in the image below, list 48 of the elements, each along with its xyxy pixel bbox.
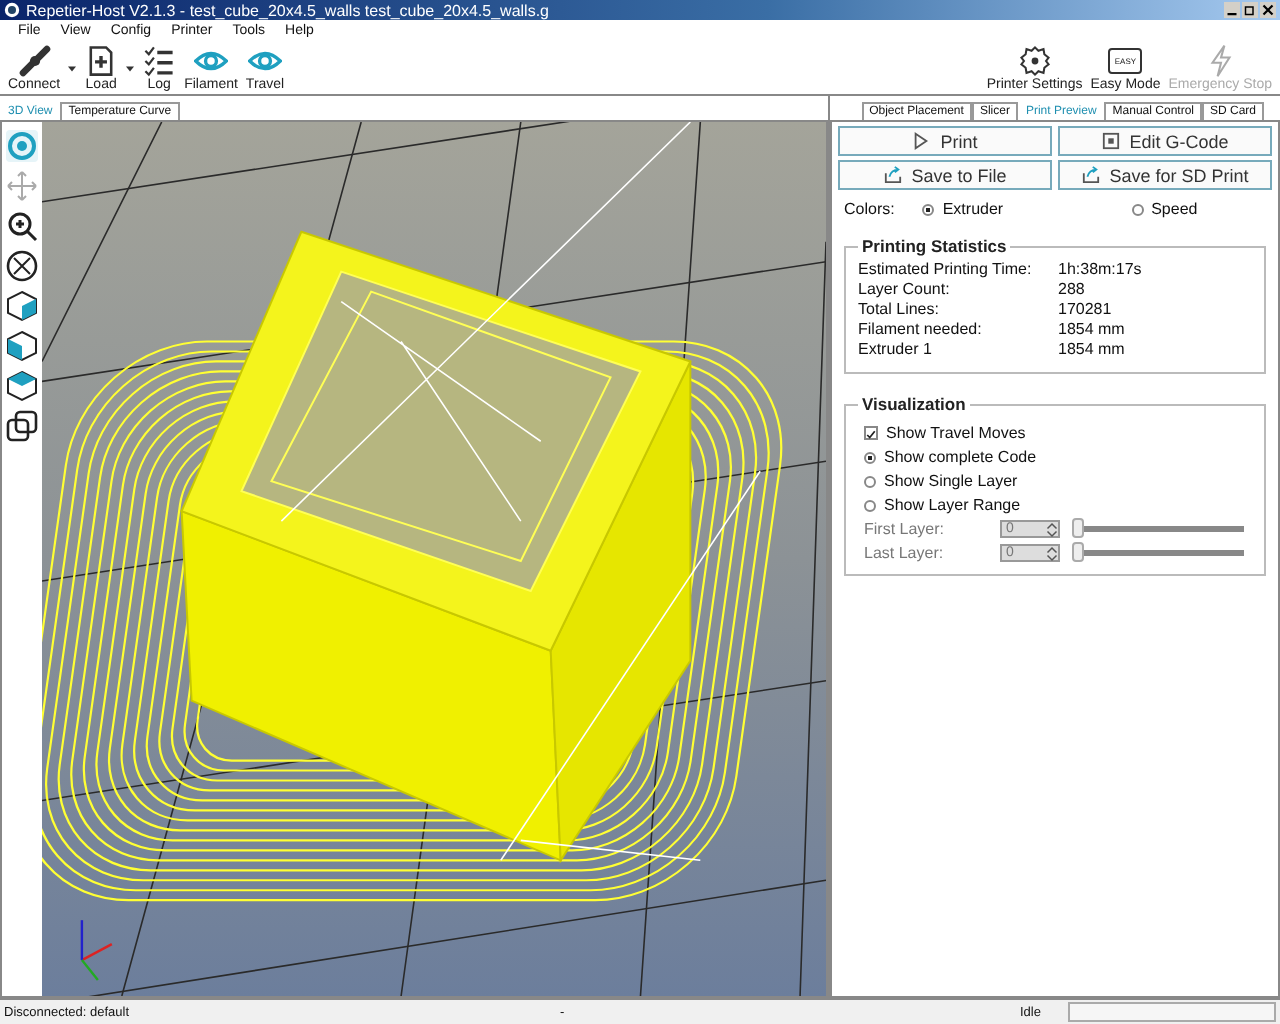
radio-button[interactable]: Speed [1131, 200, 1198, 218]
export-icon [1081, 166, 1100, 184]
document-icon [1101, 132, 1120, 150]
action-button[interactable]: Print [838, 126, 1052, 156]
layer-label: Last Layer: [864, 544, 946, 562]
overlap-squares-icon[interactable] [6, 410, 38, 442]
stat-value: 170281 [1058, 300, 1112, 320]
radio-button[interactable]: Show complete Code [864, 448, 1252, 466]
radio-button[interactable]: Extruder [922, 200, 1004, 218]
checklist-icon [142, 44, 177, 78]
stat-label: Extruder 1 [858, 340, 934, 360]
stat-value: 1h:38m:17s [1058, 260, 1142, 280]
restore-button[interactable] [1242, 2, 1258, 18]
close-icon [1262, 4, 1274, 16]
cube-icon[interactable] [6, 290, 38, 322]
zoom-icon[interactable] [6, 210, 38, 242]
cube-icon[interactable] [6, 330, 38, 362]
fit-view-icon[interactable] [6, 250, 38, 282]
stat-value: 1854 mm [1058, 340, 1125, 360]
colors-label: Colors: [844, 200, 895, 218]
checkbox[interactable]: Show Travel Moves [864, 424, 1252, 442]
close-button[interactable] [1260, 2, 1276, 18]
minimize-button[interactable] [1224, 2, 1240, 18]
stat-label: Filament needed: [858, 320, 984, 340]
caret-icon[interactable] [126, 65, 135, 71]
layer-label: First Layer: [864, 520, 947, 538]
action-button[interactable]: Save for SD Print [1058, 160, 1272, 190]
restore-icon [1244, 4, 1256, 16]
play-icon [912, 132, 931, 150]
window-title: Repetier-Host V2.1.3 - test_cube_20x4.5_walls test_cube_20x4.5_walls.g [26, 1, 549, 19]
stat-label: Layer Count: [858, 280, 952, 300]
caret-icon[interactable] [68, 65, 77, 71]
export-icon [883, 166, 902, 184]
stat-label: Total Lines: [858, 300, 941, 320]
gear-icon [1017, 44, 1052, 78]
action-button[interactable]: Edit G-Code [1058, 126, 1272, 156]
checkmark-icon [866, 428, 876, 442]
radio-button[interactable]: Show Single Layer [864, 472, 1252, 490]
group-title: Printing Statistics [860, 236, 1009, 256]
stat-label: Estimated Printing Time: [858, 260, 1034, 280]
plug-icon [17, 44, 52, 78]
rotate-icon[interactable] [6, 130, 38, 162]
radio-button[interactable]: Show Layer Range [864, 496, 1252, 514]
cube-icon[interactable] [6, 370, 38, 402]
action-button[interactable]: Save to File [838, 160, 1052, 190]
stat-value: 288 [1058, 280, 1085, 300]
stat-value: 1854 mm [1058, 320, 1125, 340]
group-title: Visualization [860, 394, 968, 414]
